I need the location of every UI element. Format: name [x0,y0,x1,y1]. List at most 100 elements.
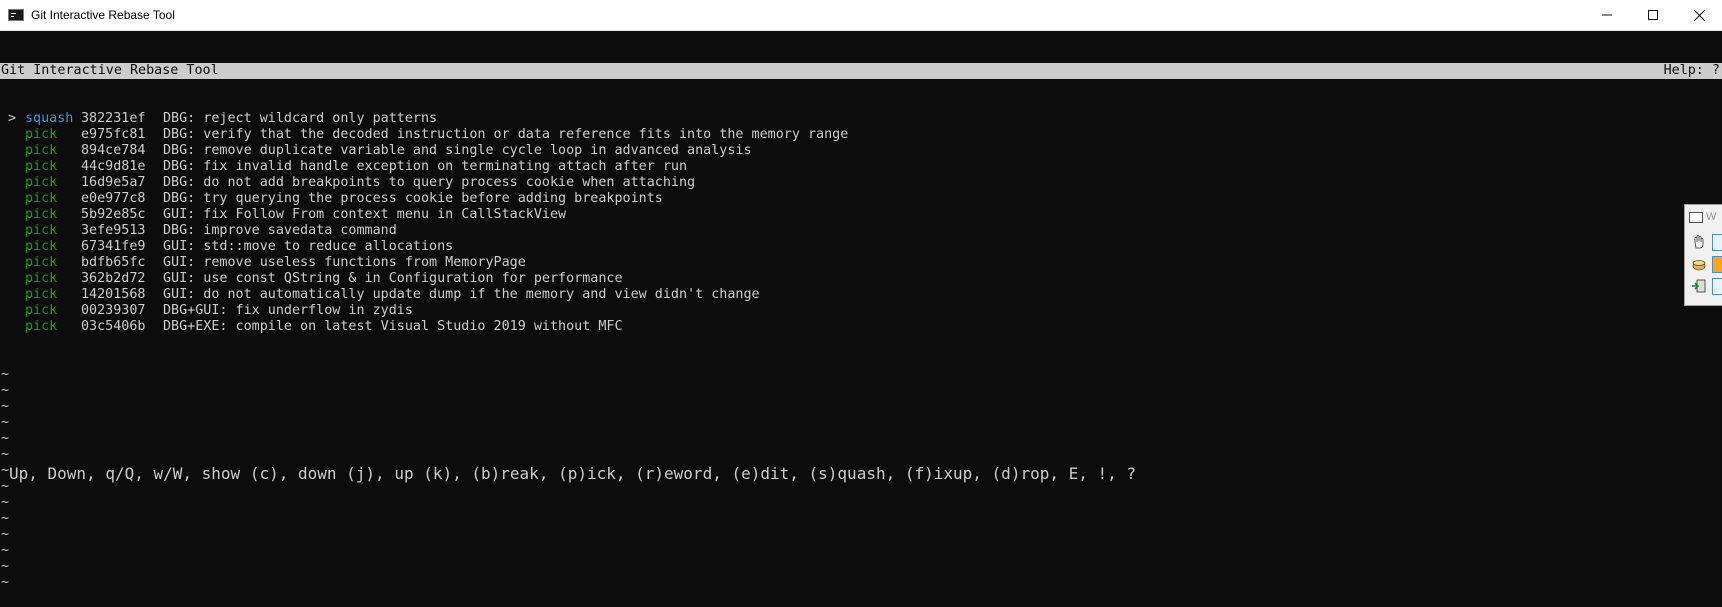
commit-hash: bdfb65fc [81,255,146,270]
console-app-icon [8,9,24,21]
commit-message: DBG: fix invalid handle exception on ter… [163,159,688,174]
empty-line-tilde: ~ [1,543,10,558]
commit-action[interactable]: pick [17,271,81,287]
commit-action[interactable]: pick [17,287,81,303]
commit-row[interactable]: pick 03c5406b DBG+EXE: compile on latest V… [0,319,1722,335]
empty-line-tilde: ~ [1,511,10,526]
commit-row[interactable]: pick e975fc81 DBG: verify that the decoded… [0,127,1722,143]
commit-action[interactable]: pick [17,191,81,207]
commit-action[interactable]: pick [17,319,81,335]
commit-row[interactable]: pick 362b2d72 GUI: use const QString & in … [0,271,1722,287]
window-icon [1689,211,1703,223]
commit-action[interactable]: pick [17,127,81,143]
commit-message: GUI: do not automatically update dump if… [163,287,760,302]
close-icon [1693,9,1705,21]
commit-action[interactable]: squash [17,111,81,127]
selection-marker [0,271,17,287]
empty-line-tilde: ~ [1,527,10,542]
empty-line-tilde: ~ [1,383,10,398]
background-window-title-text: W [1706,211,1717,223]
commit-hash: 03c5406b [81,319,146,334]
empty-line-tilde: ~ [1,399,10,414]
color-swatch[interactable] [1712,277,1722,295]
commit-message: GUI: fix Follow From context menu in Cal… [163,207,567,222]
commit-row[interactable]: pick 3efe9513 DBG: improve savedata comman… [0,223,1722,239]
selection-marker [0,319,17,335]
selection-marker [0,303,17,319]
commit-hash: e0e977c8 [81,191,146,206]
selection-marker [0,207,17,223]
commit-row[interactable]: > squash 382231ef DBG: reject wildcard only… [0,111,1722,127]
selection-marker [0,239,17,255]
commit-hash: 5b92e85c [81,207,146,222]
commit-message: GUI: use const QString & in Configuratio… [163,271,623,286]
commit-message: DBG: remove duplicate variable and singl… [163,143,752,158]
empty-line-tilde: ~ [1,447,10,462]
commit-hash: 14201568 [81,287,146,302]
commit-hash: 67341fe9 [81,239,146,254]
empty-line-tilde: ~ [1,559,10,574]
commit-action[interactable]: pick [17,239,81,255]
commit-hash: 382231ef [81,111,146,126]
commit-message: GUI: std::move to reduce allocations [163,239,454,254]
minimize-button[interactable] [1584,0,1630,30]
empty-line-tilde: ~ [1,367,10,382]
background-window[interactable]: W [1684,204,1722,306]
commit-hash: 894ce784 [81,143,146,158]
commit-action[interactable]: pick [17,303,81,319]
commit-action[interactable]: pick [17,223,81,239]
background-row-1[interactable] [1691,232,1722,252]
empty-line-tilde: ~ [1,415,10,430]
maximize-icon [1648,10,1658,20]
commit-row[interactable]: pick bdfb65fc GUI: remove useless function… [0,255,1722,271]
commit-row[interactable]: pick 894ce784 DBG: remove duplicate variab… [0,143,1722,159]
selection-marker [0,143,17,159]
selection-marker [0,159,17,175]
selection-marker [0,175,17,191]
help-hint[interactable]: Help: ? [1664,63,1720,79]
selection-marker: > [8,111,17,126]
selection-marker [0,255,17,271]
close-button[interactable] [1676,0,1722,30]
app-header-title: Git Interactive Rebase Tool [1,63,219,78]
background-row-3[interactable] [1691,276,1722,296]
commit-hash: 00239307 [81,303,146,318]
window-titlebar[interactable]: Git Interactive Rebase Tool [0,0,1722,31]
commit-hash: 3efe9513 [81,223,146,238]
window-title: Git Interactive Rebase Tool [31,8,175,22]
cup-icon [1692,260,1706,271]
commit-hash: 16d9e5a7 [81,175,146,190]
keybinding-help-line: Up, Down, q/Q, w/W, show (c), down (j), … [9,464,1137,483]
commit-row[interactable]: pick 44c9d81e DBG: fix invalid handle exce… [0,159,1722,175]
color-swatch[interactable] [1712,233,1722,251]
commit-action[interactable]: pick [17,159,81,175]
commit-row[interactable]: pick 16d9e5a7 DBG: do not add breakpoints … [0,175,1722,191]
commit-row[interactable]: pick 67341fe9 GUI: std::move to reduce all… [0,239,1722,255]
terminal-area[interactable]: Git Interactive Rebase Tool Help: ? > squ… [0,31,1722,590]
commit-action[interactable]: pick [17,175,81,191]
commit-row[interactable]: pick 00239307 DBG+GUI: fix underflow in zy… [0,303,1722,319]
commit-message: DBG+GUI: fix underflow in zydis [163,303,413,318]
commit-action[interactable]: pick [17,255,81,271]
commit-action[interactable]: pick [17,207,81,223]
commit-row[interactable]: pick 5b92e85c GUI: fix Follow From context… [0,207,1722,223]
background-window-title: W [1689,211,1716,223]
commit-message: DBG: do not add breakpoints to query pro… [163,175,696,190]
exit-icon [1692,279,1706,293]
commit-message: DBG: reject wildcard only patterns [163,111,438,126]
color-swatch[interactable] [1712,255,1722,273]
commit-row[interactable]: pick e0e977c8 DBG: try querying the proces… [0,191,1722,207]
commit-action[interactable]: pick [17,143,81,159]
commit-message: DBG: improve savedata command [163,223,397,238]
commit-list[interactable]: > squash 382231ef DBG: reject wildcard only… [0,111,1722,335]
commit-message: GUI: remove useless functions from Memor… [163,255,526,270]
commit-hash: 362b2d72 [81,271,146,286]
commit-message: DBG: verify that the decoded instruction… [163,127,849,142]
background-row-2[interactable] [1691,254,1722,274]
commit-hash: 44c9d81e [81,159,146,174]
selection-marker [0,127,17,143]
commit-row[interactable]: pick 14201568 GUI: do not automatically up… [0,287,1722,303]
maximize-button[interactable] [1630,0,1676,30]
commit-message: DBG: try querying the process cookie bef… [163,191,663,206]
empty-line-tilde: ~ [1,495,10,510]
